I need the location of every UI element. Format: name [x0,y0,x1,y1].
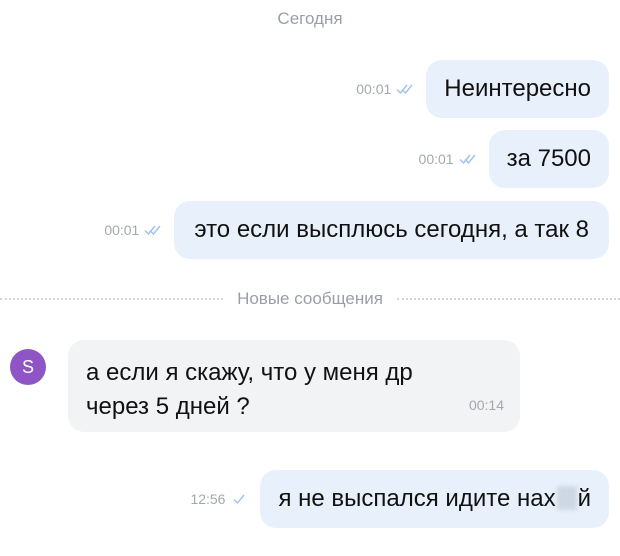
divider-label: Новые сообщения [237,289,383,308]
outgoing-message[interactable]: 00:01 Неинтересно [356,60,609,118]
message-bubble[interactable]: я не выспался идите нах й [260,470,609,528]
outgoing-message[interactable]: 00:01 это если высплюсь сегодня, а так 8 [104,201,609,259]
divider-line [396,298,620,300]
outgoing-message[interactable]: 12:56 я не выспался идите нах й [190,470,609,528]
incoming-message[interactable]: а если я скажу, что у меня др через 5 дн… [68,340,520,432]
message-line: через 5 дней ? [86,393,250,420]
message-meta: 00:01 [419,151,477,167]
outgoing-message[interactable]: 00:01 за 7500 [419,130,609,188]
message-time: 00:01 [104,222,140,238]
message-time: 00:14 [468,397,504,413]
message-time: 00:01 [418,151,454,167]
new-messages-divider: Новые сообщения [0,286,620,312]
divider-line [0,298,224,300]
message-meta: 00:01 [104,222,162,238]
message-bubble[interactable]: за 7500 [488,130,609,188]
message-time: 12:56 [190,491,226,507]
message-text: й [577,485,591,512]
message-time: 00:01 [356,81,392,97]
message-text: а если я скажу, что у меня др через 5 дн… [86,356,413,424]
message-meta: 00:01 [356,81,414,97]
date-header: Сегодня [277,9,343,28]
message-line: а если я скажу, что у меня др [86,359,413,386]
message-bubble[interactable]: Неинтересно [426,60,609,118]
message-meta: 12:56 [190,491,248,507]
read-double-check-icon [396,84,413,95]
avatar[interactable]: S [10,349,46,385]
sent-single-check-icon [233,494,246,505]
read-double-check-icon [144,225,161,236]
read-double-check-icon [459,154,476,165]
message-bubble[interactable]: это если высплюсь сегодня, а так 8 [174,201,609,259]
message-text: я не выспался идите нах [278,485,556,512]
censor-blur [556,486,577,510]
